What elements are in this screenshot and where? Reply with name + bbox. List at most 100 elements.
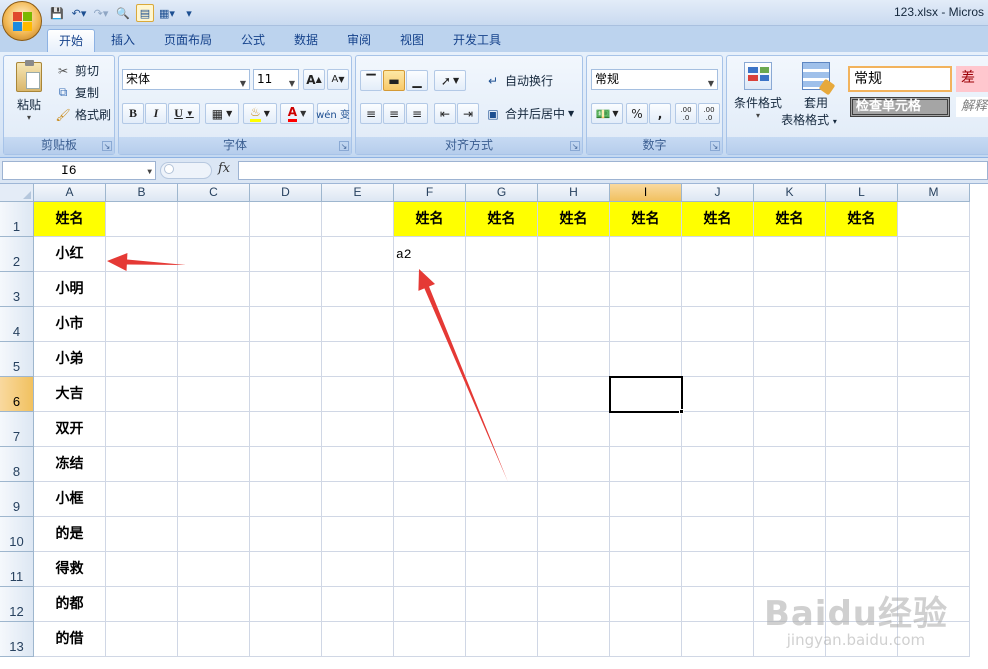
wrap-text-icon: ↵ <box>487 73 499 88</box>
number-group-label: 数字 <box>587 137 722 154</box>
font-color-icon: A <box>287 105 298 122</box>
table-icon[interactable]: ▦▾ <box>158 4 176 22</box>
grow-font-button[interactable]: A ▲ <box>303 69 325 90</box>
bold-button[interactable]: B <box>122 103 144 124</box>
format-painter-button[interactable]: 🖌 格式刷 <box>54 104 111 125</box>
number-format-select[interactable]: 常规 ▼ <box>591 69 718 90</box>
font-size-value: 11 <box>257 72 273 86</box>
font-group-label: 字体 <box>119 137 351 154</box>
paste-label: 粘贴 <box>16 98 41 112</box>
chevron-down-icon: ▼ <box>147 168 152 177</box>
merge-center-button[interactable]: ▣ 合并后居中 ▼ <box>484 103 574 124</box>
underline-icon: U <box>174 106 183 120</box>
shrink-font-button[interactable]: A ▼ <box>327 69 349 90</box>
annotation-arrows <box>107 253 508 482</box>
tab-insert[interactable]: 插入 <box>100 29 146 52</box>
tab-developer[interactable]: 开发工具 <box>442 29 512 52</box>
format-painter-label: 格式刷 <box>75 108 112 122</box>
quick-access-toolbar: 💾 ↶▾ ↷▾ 🔍 ▤ ▦▾ ▾ <box>48 4 198 22</box>
number-launcher-icon[interactable]: ↘ <box>710 141 720 151</box>
tab-review[interactable]: 审阅 <box>336 29 382 52</box>
border-icon: ▦ <box>211 106 224 121</box>
print-preview-icon[interactable]: 🔍 <box>114 4 132 22</box>
cut-button[interactable]: ✂ 剪切 <box>54 60 99 81</box>
arrow-shape <box>418 269 508 482</box>
conditional-format-label: 条件格式 <box>733 96 782 110</box>
styles-group-label <box>727 137 988 154</box>
align-right-button[interactable]: ≡ <box>406 103 428 124</box>
name-box[interactable]: I6 ▼ <box>2 161 156 180</box>
decrease-indent-button[interactable]: ⇤ <box>434 103 456 124</box>
font-color-button[interactable]: A ▼ <box>280 103 314 124</box>
form-icon[interactable]: ▤ <box>136 4 154 22</box>
wrap-text-label: 自动换行 <box>505 74 554 88</box>
customize-qat-icon[interactable]: ▾ <box>180 4 198 22</box>
style-explanatory[interactable]: 解释 <box>956 97 988 117</box>
decrease-decimal-button[interactable]: .00 .0 <box>698 103 720 124</box>
style-normal[interactable]: 常规 <box>848 66 952 92</box>
italic-button[interactable]: I <box>145 103 167 124</box>
paste-dropdown-icon: ▾ <box>26 113 31 122</box>
conditional-format-icon <box>744 62 772 90</box>
tab-view[interactable]: 视图 <box>389 29 435 52</box>
cut-label: 剪切 <box>75 64 100 78</box>
align-left-button[interactable]: ≡ <box>360 103 382 124</box>
align-bottom-button[interactable]: ▁ <box>406 70 428 91</box>
tab-data[interactable]: 数据 <box>283 29 329 52</box>
bold-icon: B <box>128 106 137 120</box>
copy-button[interactable]: ⧉ 复制 <box>54 82 99 103</box>
percent-style-button[interactable]: % <box>626 103 648 124</box>
comma-icon: , <box>657 106 663 121</box>
align-center-icon: ≡ <box>388 106 400 121</box>
redo-icon[interactable]: ↷▾ <box>92 4 110 22</box>
insert-function-button[interactable]: fx <box>218 161 230 176</box>
font-name-select[interactable]: 宋体 ▼ <box>122 69 250 90</box>
ribbon-tabs: 开始 插入 页面布局 公式 数据 审阅 视图 开发工具 <box>0 26 988 52</box>
font-group: 宋体 ▼ 11 ▼ A ▲ A ▼ B I U ▼ ▦ ▼ ♨ ▼ A ▼ wé… <box>118 55 352 155</box>
style-bad[interactable]: 差 <box>956 66 988 92</box>
undo-icon[interactable]: ↶▾ <box>70 4 88 22</box>
chevron-down-icon: ▼ <box>568 109 575 118</box>
borders-button[interactable]: ▦ ▼ <box>205 103 239 124</box>
tab-formulas[interactable]: 公式 <box>230 29 276 52</box>
clipboard-launcher-icon[interactable]: ↘ <box>102 141 112 151</box>
style-check-cell[interactable]: 检查单元格 <box>850 97 950 117</box>
copy-icon: ⧉ <box>58 85 68 99</box>
align-center-button[interactable]: ≡ <box>383 103 405 124</box>
font-launcher-icon[interactable]: ↘ <box>339 141 349 151</box>
format-table-icon <box>802 62 836 96</box>
worksheet-grid: ABCDEFGHIJKLM 1 2 3 4 5 6 7 8 9 10 11 12 13 姓名 姓名 姓名 姓名… <box>0 184 988 669</box>
merge-center-label: 合并后居中 <box>505 107 566 121</box>
merge-cells-icon: ▣ <box>487 106 499 121</box>
save-icon[interactable]: 💾 <box>48 4 66 22</box>
brush-icon: 🖌 <box>55 107 71 122</box>
formula-bar: I6 ▼ fx <box>0 158 988 184</box>
paste-icon <box>16 60 42 92</box>
align-top-button[interactable]: ▔ <box>360 70 382 91</box>
align-middle-button[interactable]: ▬ <box>383 70 405 91</box>
orientation-button[interactable]: ➚ ▼ <box>434 70 466 91</box>
accounting-format-button[interactable]: 💵 ▼ <box>591 103 623 124</box>
increase-decimal-icon: .00 .0 <box>680 105 692 122</box>
paste-button[interactable]: 粘贴 ▾ <box>12 60 46 122</box>
font-size-select[interactable]: 11 ▼ <box>253 69 299 90</box>
phonetic-guide-button[interactable]: wén 变 <box>316 103 350 124</box>
comma-style-button[interactable]: , <box>649 103 671 124</box>
increase-decimal-button[interactable]: .00 .0 <box>675 103 697 124</box>
annotation-arrow-to-f2 <box>418 269 508 482</box>
number-format-value: 常规 <box>595 72 620 86</box>
increase-indent-button[interactable]: ⇥ <box>457 103 479 124</box>
alignment-launcher-icon[interactable]: ↘ <box>570 141 580 151</box>
decrease-decimal-icon: .00 .0 <box>703 105 715 122</box>
office-button[interactable] <box>2 1 42 41</box>
formula-input[interactable] <box>238 161 988 180</box>
wrap-text-button[interactable]: ↵ 自动换行 <box>484 70 553 91</box>
format-as-table-button[interactable]: 套用 表格格式 ▾ <box>781 60 847 132</box>
tab-page-layout[interactable]: 页面布局 <box>153 29 223 52</box>
tab-home[interactable]: 开始 <box>47 29 96 52</box>
underline-button[interactable]: U ▼ <box>168 103 200 124</box>
align-top-icon: ▔ <box>366 73 376 88</box>
orientation-icon: ➚ <box>440 73 451 88</box>
align-right-icon: ≡ <box>411 106 423 121</box>
fill-color-button[interactable]: ♨ ▼ <box>243 103 277 124</box>
